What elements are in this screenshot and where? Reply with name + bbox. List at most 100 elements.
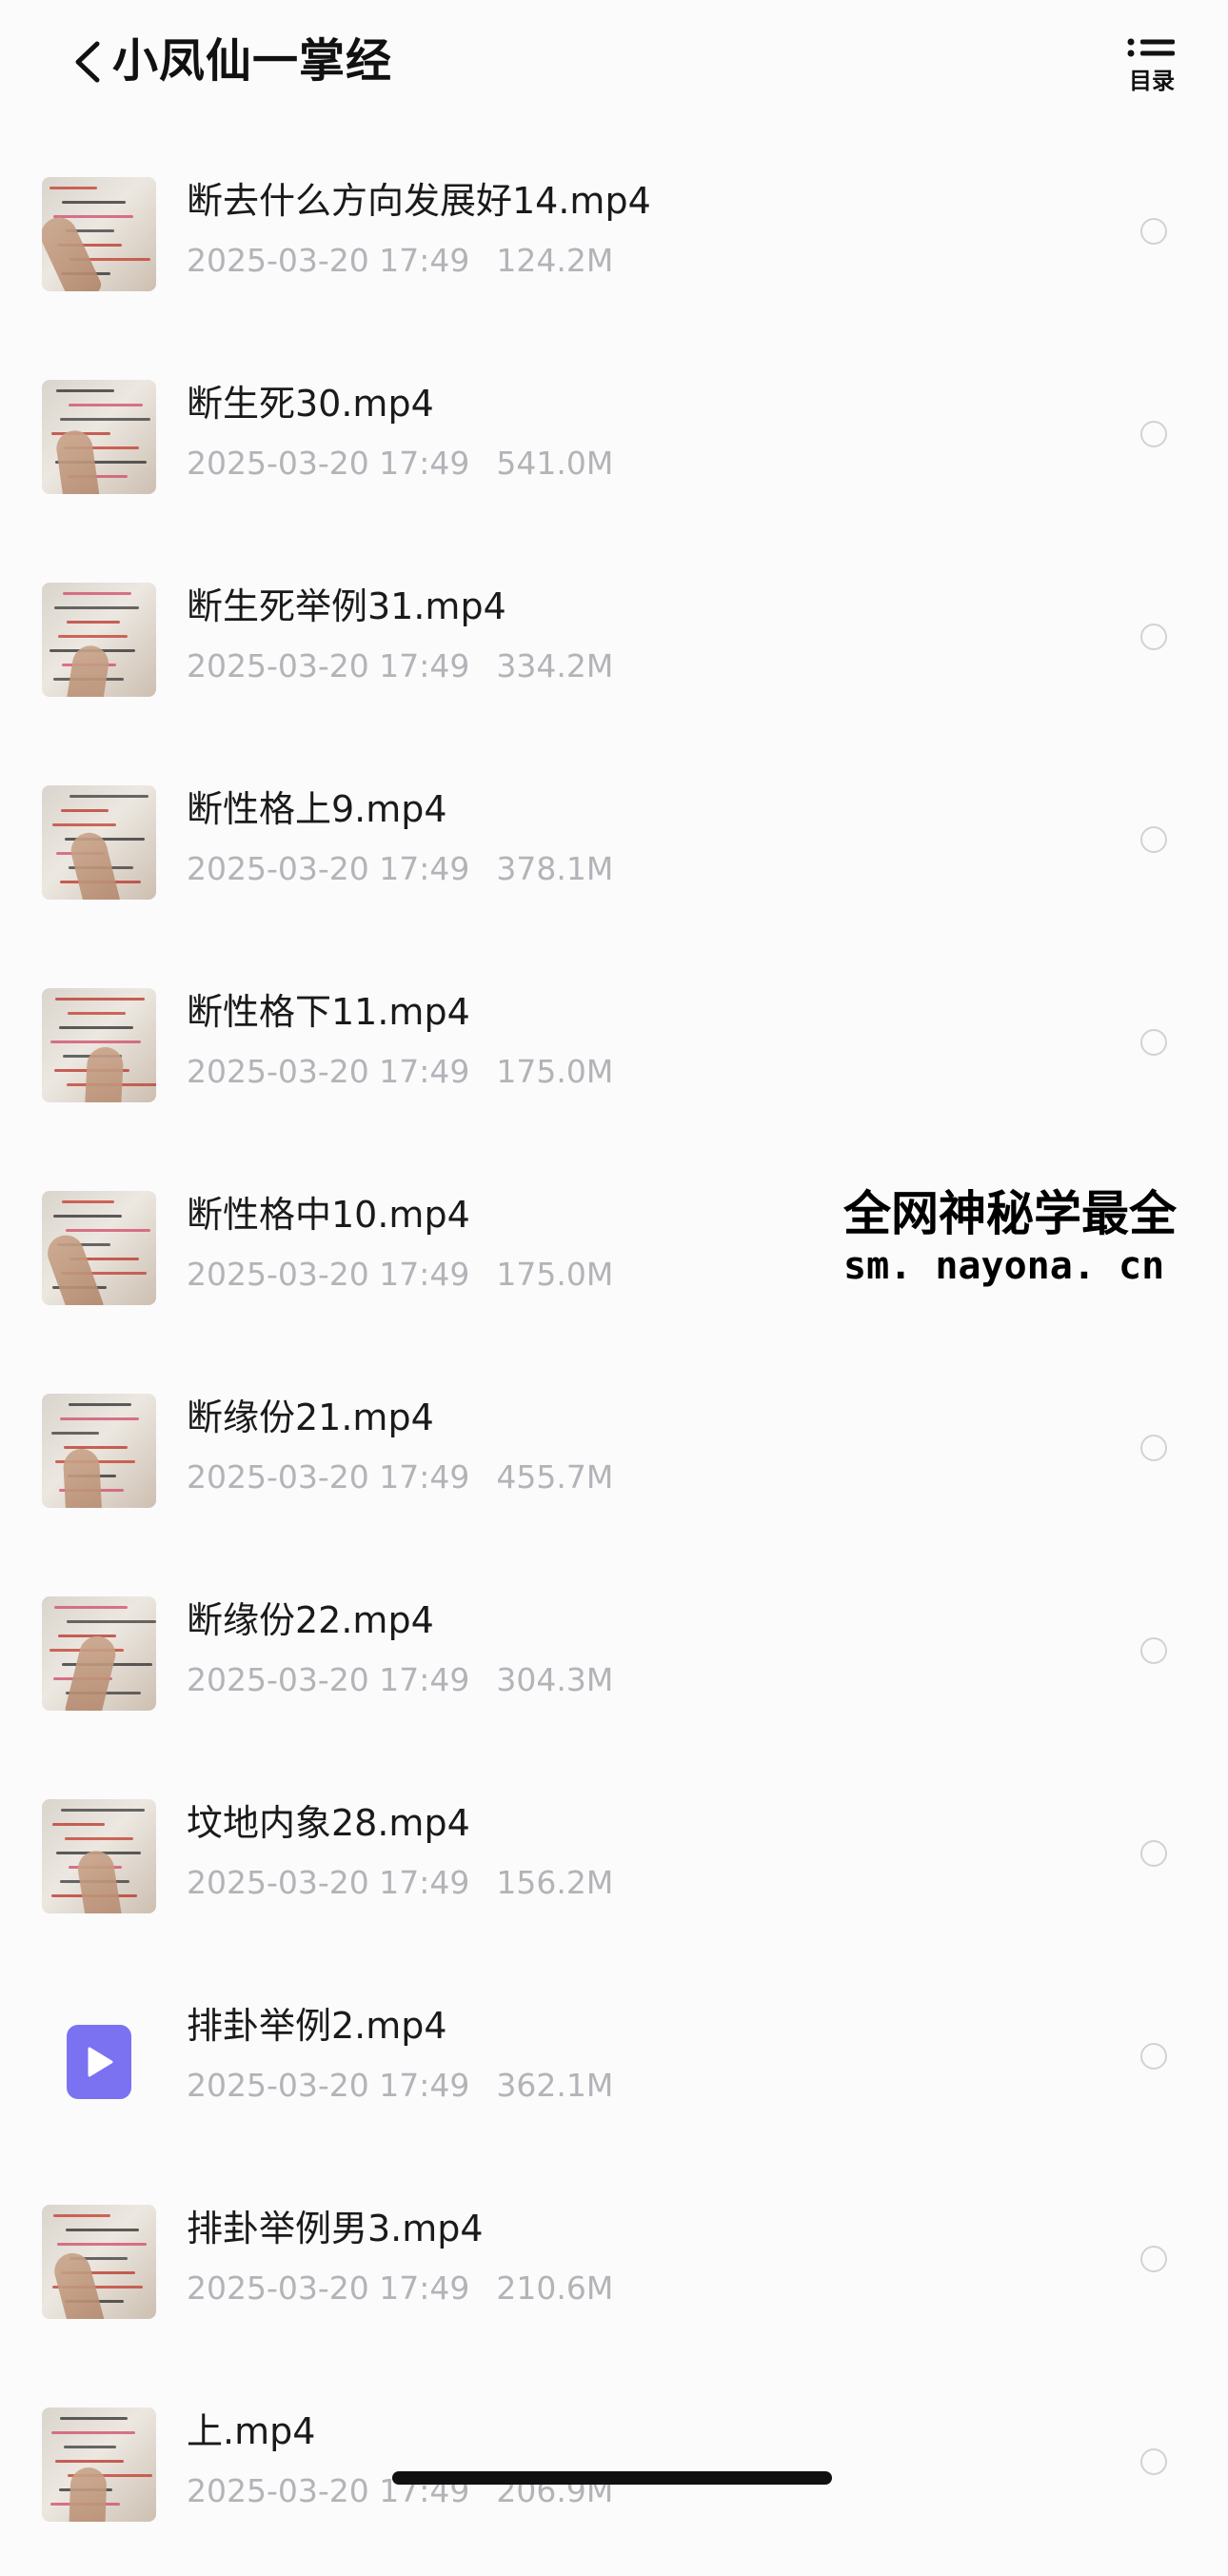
thumbnail-ink-line (50, 187, 97, 189)
file-row[interactable]: 断性格下11.mp4 2025-03-20 17:49 175.0M (0, 954, 1228, 1157)
select-radio[interactable] (1140, 1840, 1167, 1867)
file-size: 334.2M (496, 647, 614, 684)
video-thumbnail (42, 177, 156, 291)
page-title: 小凤仙一掌经 (112, 34, 393, 88)
thumbnail-ink-line (67, 621, 120, 624)
thumbnail-ink-line (57, 2243, 147, 2246)
top-nav-bar: 小凤仙一掌经 目录 (0, 0, 1228, 143)
thumbnail-ink-line (61, 1809, 145, 1812)
file-date: 2025-03-20 17:49 (187, 1053, 470, 1090)
select-radio[interactable] (1140, 1637, 1167, 1664)
file-row[interactable]: 断生死举例31.mp4 2025-03-20 17:49 334.2M (0, 548, 1228, 751)
select-radio[interactable] (1140, 1435, 1167, 1461)
file-row[interactable]: 断性格上9.mp4 2025-03-20 17:49 378.1M (0, 751, 1228, 954)
select-radio[interactable] (1140, 2246, 1167, 2272)
thumbnail-hand (68, 2467, 108, 2522)
file-meta: 2025-03-20 17:49 541.0M (187, 443, 613, 485)
thumbnail-ink-line (51, 1432, 99, 1435)
select-radio[interactable] (1140, 1029, 1167, 1056)
thumbnail-ink-line (58, 635, 128, 638)
file-date: 2025-03-20 17:49 (187, 1864, 470, 1901)
file-date: 2025-03-20 17:49 (187, 2067, 470, 2104)
thumbnail-ink-line (66, 2229, 139, 2231)
thumbnail-hand (53, 427, 103, 494)
file-row[interactable]: 排卦举例男3.mp4 2025-03-20 17:49 210.6M (0, 2170, 1228, 2373)
file-row[interactable]: 断生死30.mp4 2025-03-20 17:49 541.0M (0, 346, 1228, 548)
thumbnail-ink-line (53, 2214, 110, 2217)
file-meta: 2025-03-20 17:49 455.7M (187, 1456, 613, 1498)
file-size: 156.2M (496, 1864, 614, 1901)
thumbnail-ink-line (60, 418, 150, 421)
thumbnail-ink-line (52, 823, 116, 826)
watermark-url: sm. nayona. cn (843, 1244, 1165, 1288)
thumbnail-ink-line (62, 201, 126, 204)
file-row[interactable]: 坟地内象28.mp4 2025-03-20 17:49 156.2M (0, 1765, 1228, 1968)
file-date: 2025-03-20 17:49 (187, 1256, 470, 1293)
video-icon-box (67, 2025, 131, 2099)
thumbnail-ink-line (67, 1620, 156, 1623)
back-button[interactable] (69, 38, 107, 86)
file-size: 378.1M (496, 850, 614, 887)
file-date: 2025-03-20 17:49 (187, 850, 470, 887)
thumbnail-hand (42, 1230, 107, 1305)
video-thumbnail (42, 1394, 156, 1508)
select-radio[interactable] (1140, 826, 1167, 853)
thumbnail-ink-line (60, 1417, 139, 1420)
watermark-title: 全网神秘学最全 (843, 1185, 1177, 1241)
file-date: 2025-03-20 17:49 (187, 445, 470, 482)
video-thumbnail (42, 583, 156, 697)
file-row[interactable]: 断缘份21.mp4 2025-03-20 17:49 455.7M (0, 1359, 1228, 1562)
select-radio[interactable] (1140, 624, 1167, 650)
file-size: 304.3M (496, 1661, 614, 1698)
thumbnail-ink-line (65, 1837, 133, 1840)
toc-button[interactable]: 目录 (1123, 34, 1180, 101)
file-row[interactable]: 断缘份22.mp4 2025-03-20 17:49 304.3M (0, 1562, 1228, 1765)
thumbnail-hand (62, 1448, 104, 1508)
home-indicator (392, 2471, 832, 2485)
video-thumbnail (42, 1191, 156, 1305)
thumbnail-ink-line (69, 404, 143, 406)
file-name: 上.mp4 (187, 2410, 316, 2452)
thumbnail-ink-line (63, 592, 131, 595)
thumbnail-ink-line (69, 1403, 131, 1406)
file-date: 2025-03-20 17:49 (187, 2269, 470, 2307)
file-name: 断缘份21.mp4 (187, 1397, 434, 1438)
thumbnail-ink-line (62, 1200, 114, 1203)
file-row[interactable]: 排卦举例2.mp4 2025-03-20 17:49 362.1M (0, 1968, 1228, 2170)
file-date: 2025-03-20 17:49 (187, 1661, 470, 1698)
file-name: 断生死30.mp4 (187, 383, 434, 425)
thumbnail-ink-line (59, 1026, 133, 1029)
file-size: 175.0M (496, 1053, 614, 1090)
select-radio[interactable] (1140, 2043, 1167, 2070)
select-radio[interactable] (1140, 421, 1167, 447)
video-thumbnail (42, 1596, 156, 1711)
file-meta: 2025-03-20 17:49 304.3M (187, 1659, 613, 1701)
play-icon (88, 2047, 113, 2077)
thumbnail-ink-line (64, 1446, 128, 1449)
thumbnail-ink-line (55, 2460, 124, 2463)
file-name: 断性格下11.mp4 (187, 991, 470, 1033)
file-date: 2025-03-20 17:49 (187, 647, 470, 684)
select-radio[interactable] (1140, 218, 1167, 245)
file-name: 断去什么方向发展好14.mp4 (187, 180, 651, 222)
watermark: 全网神秘学最全 sm. nayona. cn (843, 1184, 1228, 1289)
thumbnail-ink-line (54, 1606, 128, 1609)
select-radio[interactable] (1140, 2448, 1167, 2475)
thumbnail-ink-line (54, 606, 139, 609)
video-thumbnail (42, 785, 156, 900)
thumbnail-hand (63, 1632, 120, 1711)
thumbnail-ink-line (58, 1635, 116, 1637)
file-meta: 2025-03-20 17:49 210.6M (187, 2268, 613, 2309)
thumbnail-ink-line (66, 1229, 150, 1232)
file-row[interactable]: 断去什么方向发展好14.mp4 2025-03-20 17:49 124.2M (0, 143, 1228, 346)
file-name: 断生死举例31.mp4 (187, 585, 506, 627)
video-thumbnail (42, 2408, 156, 2522)
file-name: 断性格中10.mp4 (187, 1194, 470, 1236)
thumbnail-ink-line (60, 2417, 128, 2420)
thumbnail-ink-line (69, 795, 149, 798)
thumbnail-ink-line (68, 1012, 126, 1015)
video-thumbnail (42, 2205, 156, 2319)
thumbnail-hand (83, 1046, 125, 1102)
toc-label: 目录 (1129, 68, 1175, 94)
thumbnail-ink-line (55, 998, 145, 1001)
